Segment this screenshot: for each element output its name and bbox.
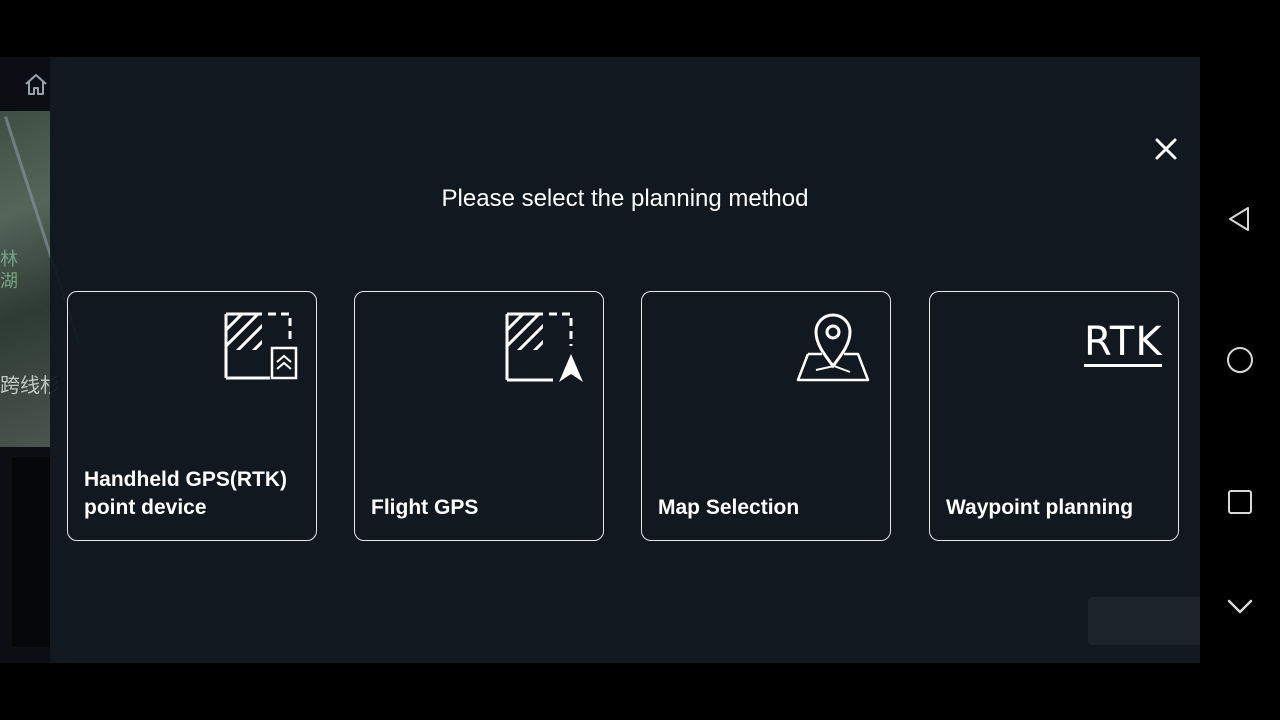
map-pin-icon bbox=[796, 313, 870, 382]
option-map-selection[interactable]: Map Selection bbox=[641, 291, 891, 541]
left-bottom-panel bbox=[12, 457, 50, 647]
flight-gps-icon bbox=[505, 312, 583, 382]
recents-square-icon[interactable] bbox=[1226, 488, 1254, 516]
rtk-icon: RTK bbox=[1084, 319, 1163, 367]
handheld-rtk-icon bbox=[224, 312, 298, 380]
home-icon[interactable] bbox=[22, 70, 50, 98]
option-waypoint-planning[interactable]: RTK Waypoint planning bbox=[929, 291, 1179, 541]
option-label: Waypoint planning bbox=[946, 496, 1134, 519]
option-handheld-gps[interactable]: Handheld GPS(RTK) point device bbox=[67, 291, 317, 541]
option-label: Handheld GPS(RTK) point device bbox=[84, 468, 287, 519]
background-button bbox=[1088, 597, 1200, 645]
option-flight-gps[interactable]: Flight GPS bbox=[354, 291, 604, 541]
rtk-icon-text: RTK bbox=[1084, 319, 1163, 365]
chevron-down-icon[interactable] bbox=[1226, 592, 1254, 620]
close-icon[interactable] bbox=[1150, 133, 1182, 165]
home-circle-icon[interactable] bbox=[1226, 346, 1254, 374]
app-screen: 林 湖 跨线杉 Please select the planning metho… bbox=[0, 57, 1200, 663]
option-label: Flight GPS bbox=[371, 496, 479, 519]
option-label: Map Selection bbox=[658, 496, 800, 519]
dialog-title: Please select the planning method bbox=[441, 185, 809, 212]
back-triangle-icon[interactable] bbox=[1226, 205, 1254, 233]
map-label-upper: 林 湖 bbox=[0, 249, 18, 292]
